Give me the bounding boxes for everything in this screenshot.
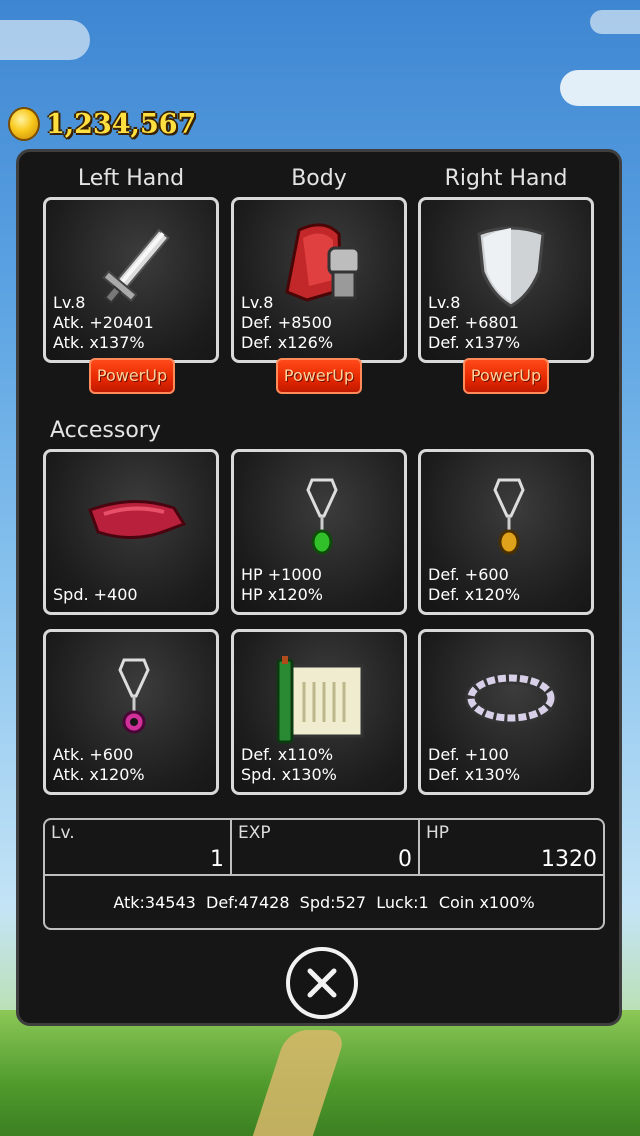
- coin-value: 1,234,567: [46, 108, 197, 140]
- left-hand-heading: Left Hand: [77, 166, 185, 191]
- exp-label: EXP: [238, 823, 271, 843]
- item-stats: Lv.8 Def. +8500 Def. x126%: [241, 293, 334, 352]
- item-stats: HP +1000 HP x120%: [241, 565, 323, 604]
- item-stats: Def. x110% Spd. x130%: [241, 745, 337, 784]
- level-value: 1: [210, 847, 224, 872]
- body-powerup-button[interactable]: PowerUp: [276, 358, 362, 394]
- accessory-slot[interactable]: HP +1000 HP x120%: [231, 449, 407, 615]
- cloud: [590, 10, 640, 34]
- item-stats: Def. +600 Def. x120%: [428, 565, 521, 604]
- accessory-heading: Accessory: [50, 418, 161, 443]
- item-stats: Atk. +600 Atk. x120%: [53, 745, 145, 784]
- bracelet-icon: [465, 672, 557, 724]
- hp-cell: HP 1320: [420, 820, 603, 874]
- stats-summary: Atk:34543 Def:47428 Spd:527 Luck:1 Coin …: [113, 893, 535, 912]
- body-heading: Body: [291, 166, 347, 191]
- accessory-slot[interactable]: Atk. +600 Atk. x120%: [43, 629, 219, 795]
- yellow-pendant-icon: [493, 478, 525, 555]
- left-hand-slot[interactable]: Lv.8 Atk. +20401 Atk. x137%: [43, 197, 219, 363]
- right-hand-powerup-button[interactable]: PowerUp: [463, 358, 549, 394]
- close-button[interactable]: [286, 947, 358, 1019]
- gold-coin-icon: [8, 107, 40, 141]
- item-stats: Def. +100 Def. x130%: [428, 745, 521, 784]
- level-label: Lv.: [51, 823, 75, 843]
- accessory-slot[interactable]: Spd. +400: [43, 449, 219, 615]
- player-status: Lv. 1 EXP 0 HP 1320 Atk:34543 Def:47428 …: [43, 818, 605, 930]
- scroll-icon: [276, 656, 364, 744]
- accessory-slot[interactable]: Def. +600 Def. x120%: [418, 449, 594, 615]
- level-cell: Lv. 1: [45, 820, 230, 874]
- equipment-panel: Left Hand Body Right Hand Lv.8 Atk. +204…: [16, 149, 622, 1026]
- bandana-icon: [88, 500, 187, 540]
- pink-pendant-icon: [118, 658, 150, 734]
- exp-cell: EXP 0: [232, 820, 418, 874]
- cloud: [560, 70, 640, 106]
- item-stats: Spd. +400: [53, 585, 138, 604]
- left-hand-powerup-button[interactable]: PowerUp: [89, 358, 175, 394]
- item-stats: Lv.8 Atk. +20401 Atk. x137%: [53, 293, 154, 352]
- hp-label: HP: [426, 823, 450, 843]
- accessory-slot[interactable]: Def. +100 Def. x130%: [418, 629, 594, 795]
- cloud: [0, 20, 90, 60]
- green-pendant-icon: [306, 478, 338, 555]
- coin-counter: 1,234,567: [8, 104, 196, 144]
- hp-value: 1320: [541, 847, 597, 872]
- item-stats: Lv.8 Def. +6801 Def. x137%: [428, 293, 521, 352]
- right-hand-slot[interactable]: Lv.8 Def. +6801 Def. x137%: [418, 197, 594, 363]
- body-slot[interactable]: Lv.8 Def. +8500 Def. x126%: [231, 197, 407, 363]
- right-hand-heading: Right Hand: [444, 166, 568, 191]
- close-icon: [307, 968, 337, 998]
- exp-value: 0: [398, 847, 412, 872]
- accessory-slot[interactable]: Def. x110% Spd. x130%: [231, 629, 407, 795]
